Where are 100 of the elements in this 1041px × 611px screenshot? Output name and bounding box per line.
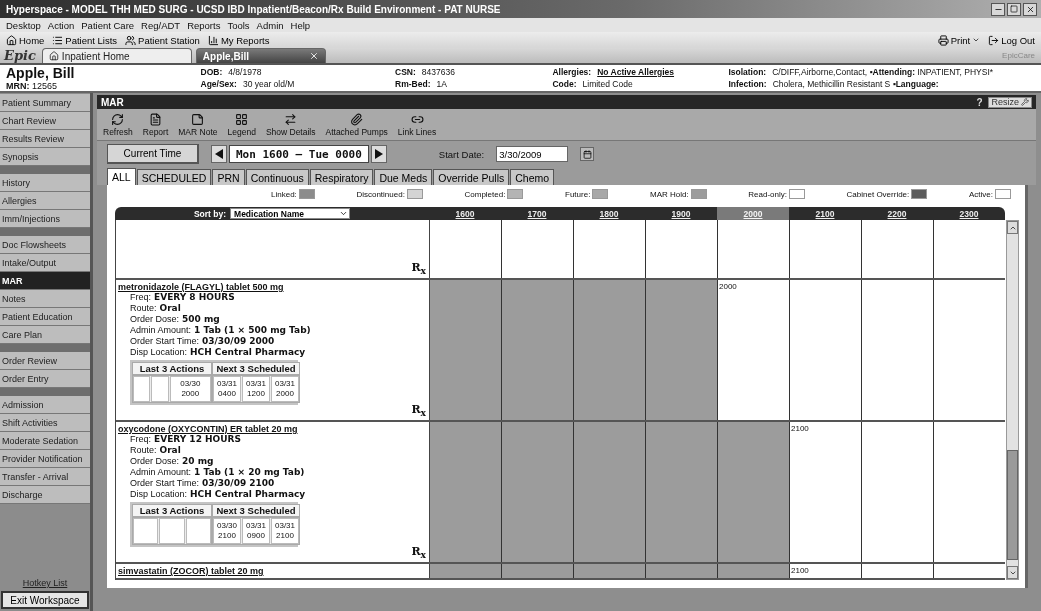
sidebar-item[interactable]: Provider Notification bbox=[0, 450, 90, 468]
sidebar-item[interactable]: Transfer - Arrival bbox=[0, 468, 90, 486]
toolbar-button[interactable]: Legend bbox=[227, 112, 256, 137]
time-cell[interactable] bbox=[574, 422, 646, 562]
time-cell[interactable] bbox=[574, 280, 646, 420]
time-cell[interactable] bbox=[502, 564, 574, 578]
time-cell[interactable] bbox=[502, 422, 574, 562]
time-cell[interactable] bbox=[718, 564, 790, 578]
scroll-thumb[interactable] bbox=[1007, 450, 1018, 560]
patient-field[interactable]: Allergies: No Active Allergies bbox=[552, 67, 711, 77]
filter-tab[interactable]: Override Pulls bbox=[433, 169, 510, 185]
menu-item[interactable]: Desktop bbox=[6, 19, 41, 31]
sort-dropdown[interactable]: Medication Name bbox=[230, 208, 351, 219]
report-icon bbox=[149, 112, 162, 126]
time-cell[interactable] bbox=[574, 564, 646, 578]
time-cell[interactable] bbox=[430, 564, 502, 578]
time-cell[interactable] bbox=[646, 564, 718, 578]
time-cell[interactable] bbox=[430, 422, 502, 562]
toolbar-button[interactable]: Patient Lists bbox=[52, 34, 118, 46]
filter-tab[interactable]: SCHEDULED bbox=[136, 169, 212, 185]
scroll-down-button[interactable] bbox=[1007, 566, 1018, 579]
sidebar-item[interactable]: Discharge bbox=[0, 486, 90, 504]
time-cell[interactable]: 2000 bbox=[718, 280, 790, 420]
sidebar-item[interactable]: Imm/Injections bbox=[0, 210, 90, 228]
next-button[interactable] bbox=[370, 145, 387, 163]
sidebar-item[interactable]: Patient Education bbox=[0, 308, 90, 326]
menu-item[interactable]: Reg/ADT bbox=[141, 19, 181, 31]
time-cell[interactable] bbox=[646, 280, 718, 420]
filter-tab[interactable]: Respiratory bbox=[309, 169, 374, 185]
filter-tab[interactable]: ALL bbox=[107, 168, 136, 185]
menu-item[interactable]: Reports bbox=[187, 19, 221, 31]
help-button[interactable]: ? bbox=[976, 96, 983, 108]
previous-button[interactable] bbox=[211, 145, 227, 163]
list-icon bbox=[52, 34, 64, 46]
sidebar-item[interactable]: Intake/Output bbox=[0, 254, 90, 272]
sidebar-item[interactable]: Admission bbox=[0, 396, 90, 414]
sidebar-item[interactable]: Patient Summary bbox=[0, 94, 90, 112]
hotkey-link[interactable]: Hotkey List bbox=[22, 578, 68, 588]
resize-button[interactable]: Resize bbox=[988, 96, 1032, 108]
toolbar-button[interactable]: My Reports bbox=[207, 34, 270, 46]
medication-name[interactable]: simvastatin (ZOCOR) tablet 20 mg bbox=[118, 566, 427, 576]
filter-tab[interactable]: Due Meds bbox=[374, 169, 433, 185]
sidebar-item[interactable]: Allergies bbox=[0, 192, 90, 210]
time-cell[interactable] bbox=[718, 422, 790, 562]
filter-tab[interactable]: Chemo bbox=[510, 169, 555, 185]
toolbar-button[interactable]: Print bbox=[937, 34, 981, 46]
menu-item[interactable]: Tools bbox=[227, 19, 250, 31]
medication-name[interactable]: oxycodone (OXYCONTIN) ER tablet 20 mg bbox=[118, 424, 427, 434]
action-time: 03/31 1200 bbox=[242, 376, 270, 402]
toolbar-button[interactable]: Log Out bbox=[988, 34, 1035, 46]
sidebar-item[interactable]: Care Plan bbox=[0, 326, 90, 344]
toolbar-button[interactable]: Report bbox=[142, 112, 169, 137]
window-title: Hyperspace - MODEL THH MED SURG - UCSD IBD Inpatient/Beacon/Rx Build Environment - PAT NURSE bbox=[6, 3, 501, 15]
calendar-button[interactable] bbox=[580, 147, 595, 161]
time-cell[interactable] bbox=[646, 422, 718, 562]
menu-item[interactable]: Help bbox=[290, 19, 311, 31]
time-cell[interactable] bbox=[502, 280, 574, 420]
start-date-field[interactable]: 3/30/2009 bbox=[496, 146, 569, 162]
menu-item[interactable]: Admin bbox=[256, 19, 284, 31]
current-time-button[interactable]: Current Time bbox=[107, 144, 199, 164]
close-icon[interactable] bbox=[308, 51, 319, 61]
filter-tab[interactable]: Continuous bbox=[245, 169, 309, 185]
toolbar-button[interactable]: MAR Note bbox=[178, 112, 218, 137]
menu-item[interactable]: Action bbox=[47, 19, 75, 31]
medication-name[interactable]: metronidazole (FLAGYL) tablet 500 mg bbox=[118, 282, 427, 292]
sidebar-item[interactable]: History bbox=[0, 174, 90, 192]
sidebar-item[interactable]: Results Review bbox=[0, 130, 90, 148]
sidebar-item[interactable]: Order Entry bbox=[0, 370, 90, 388]
scroll-up-button[interactable] bbox=[1007, 221, 1018, 234]
close-button[interactable] bbox=[1023, 2, 1037, 16]
scrollbar[interactable] bbox=[1006, 220, 1019, 580]
toolbar-button[interactable]: Attached Pumps bbox=[325, 112, 388, 137]
sidebar-item[interactable]: Doc Flowsheets bbox=[0, 236, 90, 254]
filter-tab[interactable]: PRN bbox=[212, 169, 245, 185]
sidebar-item[interactable]: Order Review bbox=[0, 352, 90, 370]
sidebar-item[interactable]: Moderate Sedation bbox=[0, 432, 90, 450]
rx-icon[interactable]: R$_{x}$ bbox=[411, 402, 426, 418]
activity-tab[interactable]: Inpatient Home bbox=[41, 48, 192, 63]
maximize-button[interactable] bbox=[1007, 2, 1021, 16]
toolbar-button[interactable]: Refresh bbox=[103, 112, 133, 137]
toolbar-button[interactable]: Patient Station bbox=[125, 34, 200, 46]
toolbar-button[interactable]: Home bbox=[6, 34, 45, 46]
time-cell[interactable] bbox=[430, 280, 502, 420]
action-slot bbox=[151, 376, 169, 402]
minimize-button[interactable] bbox=[991, 2, 1005, 16]
exit-button[interactable]: Exit Workspace bbox=[1, 591, 89, 609]
sidebar-item[interactable]: Shift Activities bbox=[0, 414, 90, 432]
rx-icon[interactable]: R$_{x}$ bbox=[411, 544, 426, 560]
time-cell[interactable]: 2100 bbox=[790, 564, 862, 578]
time-cell[interactable]: 2100 bbox=[790, 422, 862, 562]
sidebar-item[interactable]: Chart Review bbox=[0, 112, 90, 130]
order-detail: Freq: EVERY 8 HOURS bbox=[129, 292, 236, 303]
toolbar-button[interactable]: Show Details bbox=[265, 112, 316, 137]
rx-icon[interactable]: R$_{x}$ bbox=[411, 260, 426, 276]
menu-item[interactable]: Patient Care bbox=[81, 19, 135, 31]
sidebar-item[interactable]: Synopsis bbox=[0, 148, 90, 166]
sidebar-item[interactable]: MAR bbox=[0, 272, 90, 290]
toolbar-button[interactable]: Link Lines bbox=[397, 112, 437, 137]
sidebar-item[interactable]: Notes bbox=[0, 290, 90, 308]
activity-tab[interactable]: Apple,Bill bbox=[195, 48, 326, 63]
